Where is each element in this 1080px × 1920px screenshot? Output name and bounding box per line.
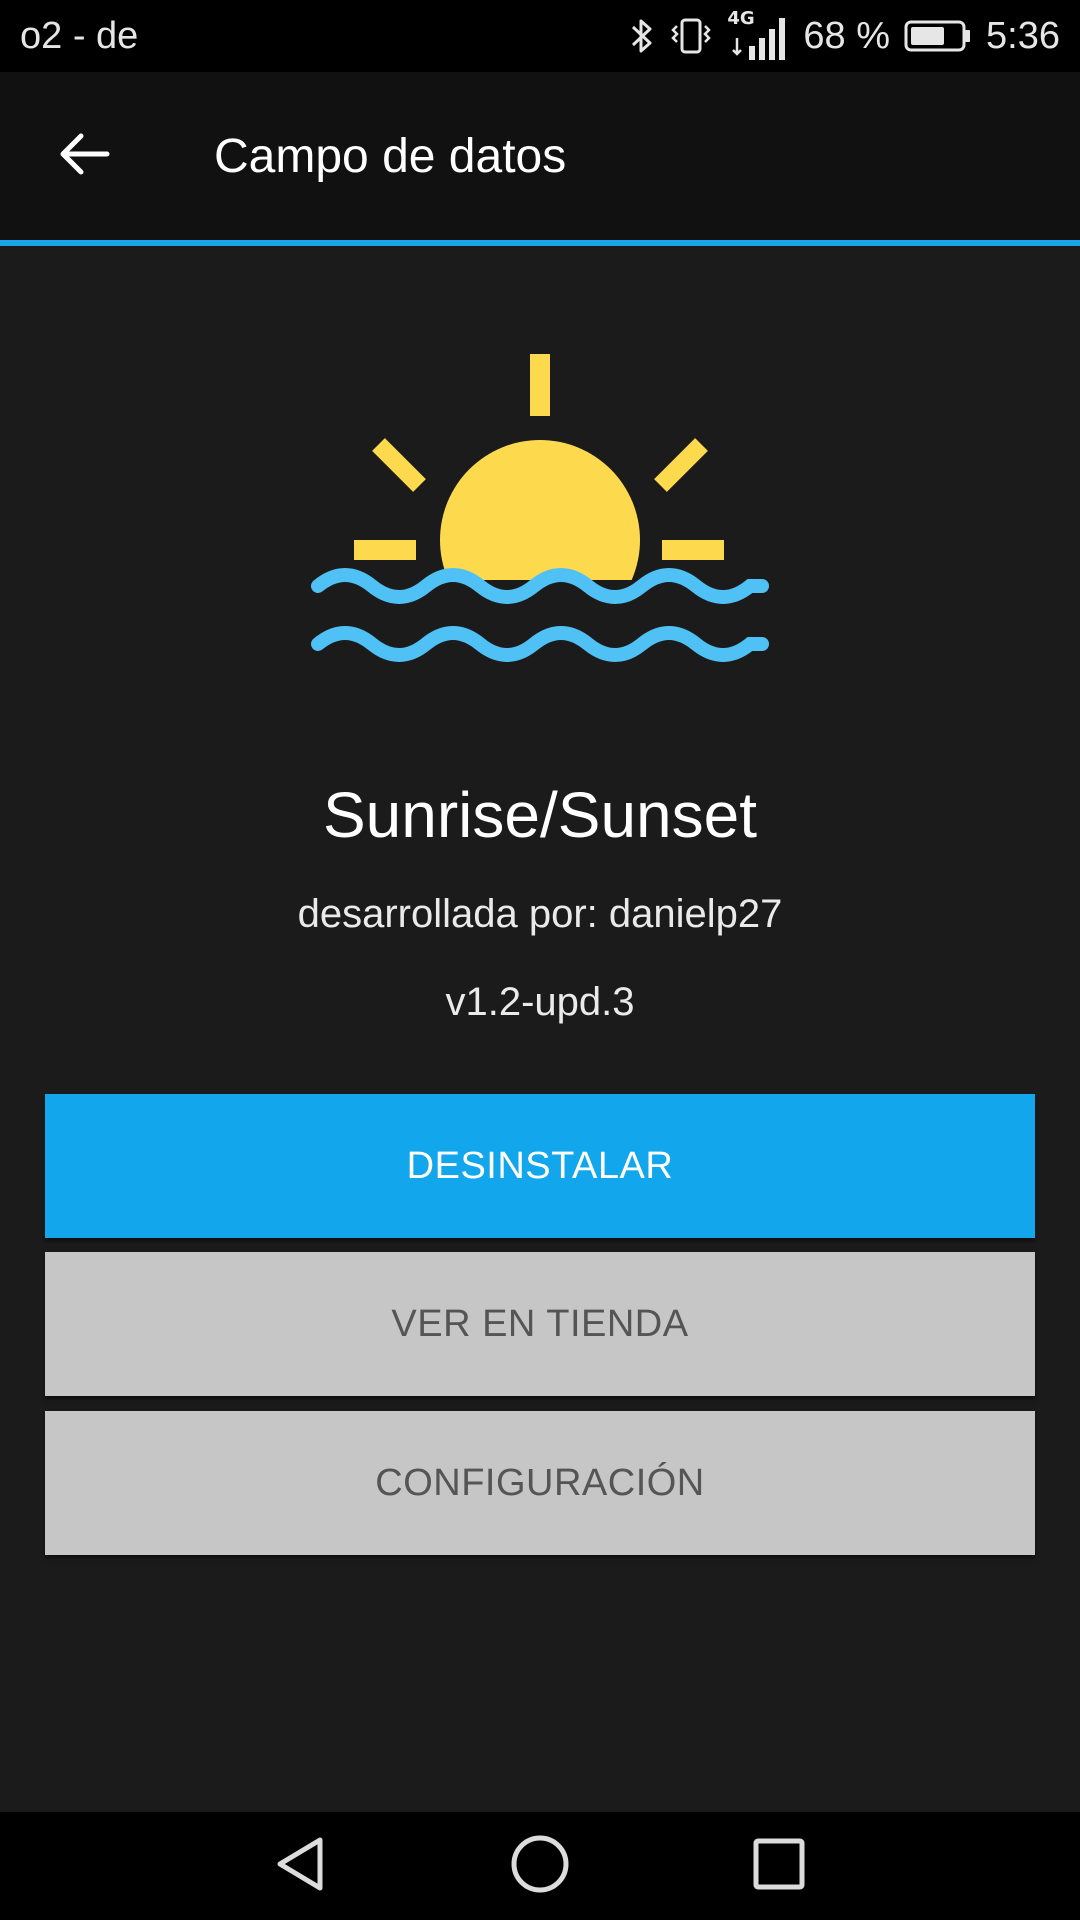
bluetooth-icon bbox=[629, 16, 655, 56]
page-title: Campo de datos bbox=[214, 129, 567, 183]
navigation-bar bbox=[0, 1812, 1080, 1920]
clock: 5:36 bbox=[986, 14, 1060, 57]
developer-label: desarrollada por: danielp27 bbox=[297, 892, 783, 936]
status-bar: o2 - de 4G 68 % 5:36 bbox=[0, 0, 1080, 72]
version-label: v1.2-upd.3 bbox=[445, 980, 635, 1024]
battery-percent: 68 % bbox=[803, 14, 891, 57]
view-in-store-button[interactable]: VER EN TIENDA bbox=[45, 1252, 1035, 1396]
app-bar: Campo de datos bbox=[0, 72, 1080, 240]
nav-recents-button[interactable] bbox=[719, 1812, 839, 1920]
nav-home-icon bbox=[510, 1834, 570, 1899]
uninstall-button[interactable]: DESINSTALAR bbox=[45, 1094, 1035, 1238]
back-button[interactable] bbox=[34, 106, 134, 206]
nav-back-button[interactable] bbox=[240, 1812, 360, 1920]
arrow-left-icon bbox=[57, 130, 111, 183]
settings-button[interactable]: CONFIGURACIÓN bbox=[45, 1411, 1035, 1555]
app-name: Sunrise/Sunset bbox=[322, 779, 758, 851]
nav-recents-icon bbox=[751, 1836, 807, 1897]
status-icons: 4G 68 % 5:36 bbox=[629, 8, 1060, 62]
vibrate-icon bbox=[669, 16, 713, 56]
app-detail: Sunrise/Sunset desarrollada por: danielp… bbox=[0, 246, 1080, 1812]
signal-icon: 4G bbox=[727, 8, 789, 62]
nav-back-icon bbox=[272, 1834, 328, 1899]
battery-icon bbox=[904, 18, 972, 54]
carrier-label: o2 - de bbox=[20, 14, 139, 57]
sunset-over-water-icon bbox=[310, 354, 770, 674]
nav-home-button[interactable] bbox=[480, 1812, 600, 1920]
